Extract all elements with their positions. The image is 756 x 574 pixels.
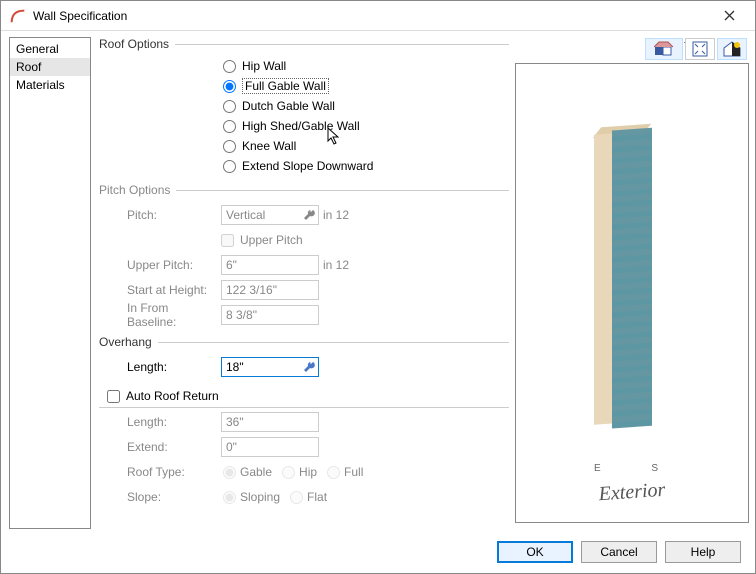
radio-high-shed-gable-wall[interactable]: High Shed/Gable Wall — [223, 117, 509, 135]
preview-panel: E S Exterior — [515, 35, 749, 531]
return-extend-input[interactable] — [221, 437, 319, 457]
form-panel: Roof Options Hip Wall Full Gable Wall Du… — [99, 35, 515, 531]
wall-model — [612, 128, 652, 429]
house-color-icon — [723, 41, 741, 57]
exterior-label: Exterior — [598, 479, 666, 507]
pitch-options-legend: Pitch Options — [99, 183, 176, 197]
auto-roof-return-label: Auto Roof Return — [126, 389, 219, 403]
upper-pitch-input[interactable] — [221, 255, 319, 275]
view-elevation-button[interactable] — [645, 38, 683, 60]
ok-button[interactable]: OK — [497, 541, 573, 563]
overhang-length-label: Length: — [99, 360, 221, 374]
slope-label: Slope: — [99, 490, 221, 504]
roof-options-group: Roof Options Hip Wall Full Gable Wall Du… — [99, 37, 509, 181]
overhang-length-input[interactable] — [221, 357, 319, 377]
slope-sloping-radio[interactable] — [223, 491, 236, 504]
cancel-button[interactable]: Cancel — [581, 541, 657, 563]
expand-icon — [692, 41, 708, 57]
nav-item-roof[interactable]: Roof — [10, 58, 90, 76]
app-arch-icon — [9, 7, 27, 25]
start-height-label: Start at Height: — [99, 283, 221, 297]
category-list[interactable]: General Roof Materials — [9, 37, 91, 529]
return-extend-label: Extend: — [99, 440, 221, 454]
roof-type-label: Roof Type: — [99, 465, 221, 479]
nav-item-materials[interactable]: Materials — [10, 76, 90, 94]
wall-spec-dialog: Wall Specification General Roof Material… — [0, 0, 756, 574]
color-toggle-button[interactable] — [717, 38, 747, 60]
rooftype-gable-radio[interactable] — [223, 466, 236, 479]
radio-dutch-gable-wall[interactable]: Dutch Gable Wall — [223, 97, 509, 115]
help-button[interactable]: Help — [665, 541, 741, 563]
close-button[interactable] — [707, 2, 751, 30]
radio-full-gable-wall[interactable]: Full Gable Wall — [223, 77, 509, 95]
axis-labels: E S — [582, 463, 682, 474]
rooftype-full-radio[interactable] — [327, 466, 340, 479]
overhang-legend: Overhang — [99, 335, 158, 349]
preview-viewport[interactable]: E S Exterior — [515, 63, 749, 523]
roof-options-legend: Roof Options — [99, 37, 175, 51]
titlebar: Wall Specification — [1, 1, 755, 31]
rooftype-hip-radio[interactable] — [282, 466, 295, 479]
radio-hip-wall[interactable]: Hip Wall — [223, 57, 509, 75]
window-title: Wall Specification — [33, 9, 707, 23]
radio-knee-wall[interactable]: Knee Wall — [223, 137, 509, 155]
baseline-input[interactable] — [221, 305, 319, 325]
return-length-input[interactable] — [221, 412, 319, 432]
return-length-label: Length: — [99, 415, 221, 429]
fit-view-button[interactable] — [685, 38, 715, 60]
start-height-input[interactable] — [221, 280, 319, 300]
auto-return-group: Auto Roof Return Length: Extend: Roof Ty… — [99, 387, 509, 515]
upper-pitch-checkbox[interactable] — [221, 234, 234, 247]
dialog-footer: OK Cancel Help — [1, 535, 755, 569]
auto-roof-return-checkbox[interactable] — [107, 390, 120, 403]
pitch-label: Pitch: — [99, 208, 221, 222]
upper-pitch-unit: in 12 — [323, 258, 349, 272]
slope-flat-radio[interactable] — [290, 491, 303, 504]
upper-pitch-label: Upper Pitch: — [99, 258, 221, 272]
radio-extend-slope-downward[interactable]: Extend Slope Downward — [223, 157, 509, 175]
pitch-options-group: Pitch Options Pitch: in 12 Upper Pitch U… — [99, 183, 509, 333]
mouse-cursor — [327, 127, 343, 147]
pitch-input[interactable] — [221, 205, 319, 225]
dollhouse-icon — [654, 41, 674, 57]
nav-item-general[interactable]: General — [10, 40, 90, 58]
close-icon — [724, 10, 735, 21]
preview-toolbar — [515, 35, 749, 63]
overhang-group: Overhang Length: — [99, 335, 509, 385]
upper-pitch-chk-label: Upper Pitch — [240, 233, 303, 247]
pitch-unit: in 12 — [323, 208, 349, 222]
baseline-label: In From Baseline: — [99, 301, 221, 329]
